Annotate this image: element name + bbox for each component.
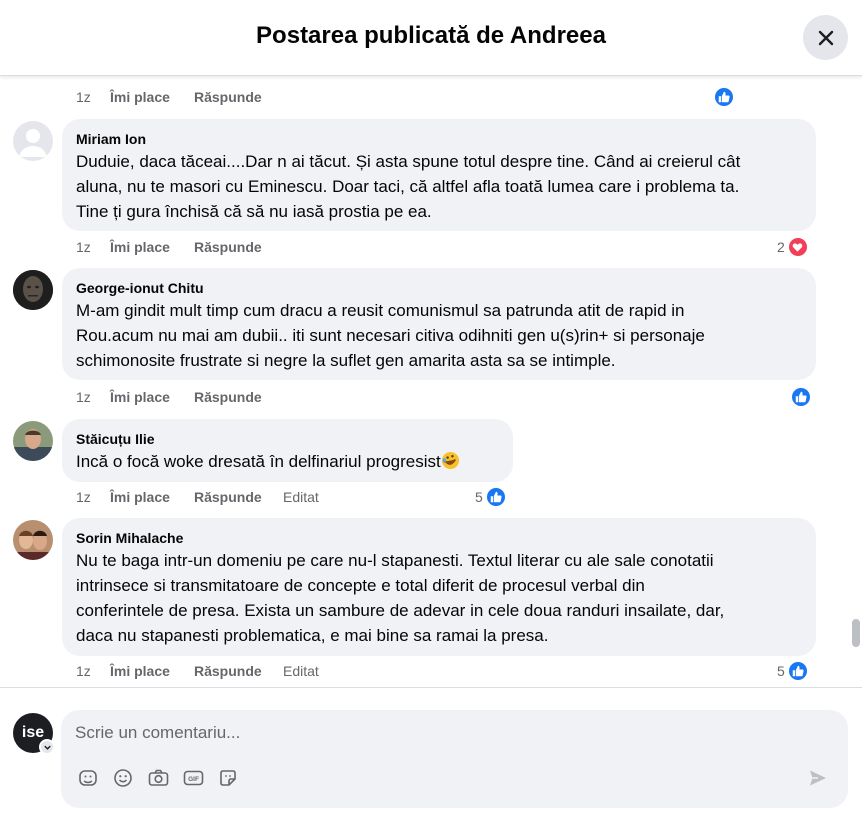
rofl-emoji-icon: [441, 451, 459, 470]
avatar[interactable]: [13, 121, 53, 161]
comment-author[interactable]: George-ionut Chitu: [76, 280, 802, 296]
reply-button[interactable]: Răspunde: [194, 663, 262, 679]
reaction-count: 5: [777, 663, 785, 679]
comments-feed[interactable]: 1z Îmi place Răspunde Miriam Ion Duduie,…: [0, 77, 862, 687]
comment-line: conferintele de presa. Exista un sambure…: [76, 601, 725, 620]
comment-line: aluna, nu te masori cu Eminescu. Doar ta…: [76, 177, 740, 196]
chevron-down-icon: [43, 745, 51, 750]
reactions-summary[interactable]: [790, 386, 812, 408]
profile-photo: [13, 520, 53, 560]
reply-button[interactable]: Răspunde: [194, 239, 262, 255]
comment-author[interactable]: Sorin Mihalache: [76, 530, 802, 546]
avatar-sticker-button[interactable]: [216, 766, 240, 790]
comment-text: M-am gindit mult timp cum dracu a reusit…: [76, 298, 802, 373]
comment-line: M-am gindit mult timp cum dracu a reusit…: [76, 301, 685, 320]
like-reaction-icon: [790, 386, 812, 408]
love-reaction-icon: [786, 236, 809, 258]
reactions-summary[interactable]: 5: [475, 486, 507, 508]
comment-actions: 1z Îmi place Răspunde Editat: [76, 663, 776, 683]
avatar[interactable]: [13, 520, 53, 560]
reply-button[interactable]: Răspunde: [194, 389, 262, 405]
like-button[interactable]: Îmi place: [110, 663, 170, 679]
svg-text:GIF: GIF: [188, 776, 199, 783]
comment-bubble: George-ionut Chitu M-am gindit mult timp…: [62, 268, 816, 380]
photo-button[interactable]: [146, 766, 170, 790]
comment-line: Duduie, daca tăceai....Dar n ai tăcut. Ș…: [76, 152, 741, 171]
dialog-header: Postarea publicată de Andreea: [0, 0, 862, 76]
profile-photo: [13, 270, 53, 310]
like-button[interactable]: Îmi place: [110, 389, 170, 405]
comment-bubble: Miriam Ion Duduie, daca tăceai....Dar n …: [62, 119, 816, 231]
comment-line: Nu te baga intr-un domeniu pe care nu-l …: [76, 551, 714, 570]
comment-actions: 1z Îmi place Răspunde: [76, 389, 776, 409]
camera-icon: [148, 769, 168, 786]
like-reaction-icon: [786, 660, 809, 682]
comment-composer: GIF: [61, 710, 848, 808]
emoji-button[interactable]: [111, 766, 135, 790]
comment-line: daca nu stapanesti problematica, e mai b…: [76, 626, 549, 645]
send-icon: [810, 770, 826, 786]
comment-text: Nu te baga intr-un domeniu pe care nu-l …: [76, 548, 802, 648]
comment-line: Tine ți gura închisă că să nu iasă prost…: [76, 202, 432, 221]
comment-bubble: Sorin Mihalache Nu te baga intr-un domen…: [62, 518, 816, 656]
gif-button[interactable]: GIF: [181, 766, 205, 790]
comment-text: Incă o focă woke dresată în delfinariul …: [76, 449, 499, 474]
like-button[interactable]: Îmi place: [110, 239, 170, 255]
comment-time[interactable]: 1z: [76, 239, 91, 255]
reply-button[interactable]: Răspunde: [194, 489, 262, 505]
comment-line: schimonosite frustrate si negre la sufle…: [76, 351, 616, 370]
account-switch-button[interactable]: [39, 739, 55, 755]
comment-text: Duduie, daca tăceai....Dar n ai tăcut. Ș…: [76, 149, 802, 224]
comment-actions: 1z Îmi place Răspunde: [76, 239, 776, 259]
scrollbar-thumb[interactable]: [852, 619, 860, 647]
dialog-title: Postarea publicată de Andreea: [256, 22, 606, 49]
comment-line: Rou.acum nu mai am dubii.. iti sunt nece…: [76, 326, 705, 345]
reactions-summary[interactable]: 5: [777, 660, 809, 682]
comment-time[interactable]: 1z: [76, 663, 91, 679]
avatar-sticker-icon: [220, 770, 236, 786]
profile-photo: [13, 421, 53, 461]
like-button[interactable]: Îmi place: [110, 489, 170, 505]
like-reaction-icon: [713, 86, 735, 108]
comment-line: intrinsece si transmitatoare de concepte…: [76, 576, 645, 595]
comment-bubble: Stăicuțu Ilie Incă o focă woke dresată î…: [62, 419, 513, 482]
avatar[interactable]: [13, 421, 53, 461]
comment-actions: 1z Îmi place Răspunde: [76, 89, 776, 109]
reaction-count: 2: [777, 239, 785, 255]
reactions-summary[interactable]: 2: [777, 236, 809, 258]
comment-time[interactable]: 1z: [76, 489, 91, 505]
comment-time[interactable]: 1z: [76, 389, 91, 405]
sticker-icon: [79, 770, 97, 786]
comment-actions: 1z Îmi place Răspunde Editat: [76, 489, 776, 509]
close-button[interactable]: [803, 15, 848, 60]
default-avatar-icon: [19, 129, 47, 157]
reply-button[interactable]: Răspunde: [194, 89, 262, 105]
reaction-count: 5: [475, 489, 483, 505]
comment-composer-area: ise GIF: [0, 687, 862, 829]
avatar[interactable]: [13, 270, 53, 310]
reactions-summary[interactable]: [713, 86, 735, 108]
like-button[interactable]: Îmi place: [110, 89, 170, 105]
comment-line: Incă o focă woke dresată în delfinariul …: [76, 452, 441, 471]
emoji-icon: [114, 769, 132, 787]
sticker-button[interactable]: [76, 766, 100, 790]
comment-input[interactable]: [75, 720, 775, 746]
comment-author[interactable]: Miriam Ion: [76, 131, 802, 147]
close-icon: [818, 30, 833, 45]
like-reaction-icon: [484, 486, 507, 508]
send-button[interactable]: [806, 766, 830, 790]
comment-time[interactable]: 1z: [76, 89, 91, 105]
edited-label[interactable]: Editat: [283, 663, 319, 679]
edited-label[interactable]: Editat: [283, 489, 319, 505]
gif-icon: GIF: [183, 770, 203, 786]
comment-author[interactable]: Stăicuțu Ilie: [76, 431, 499, 447]
